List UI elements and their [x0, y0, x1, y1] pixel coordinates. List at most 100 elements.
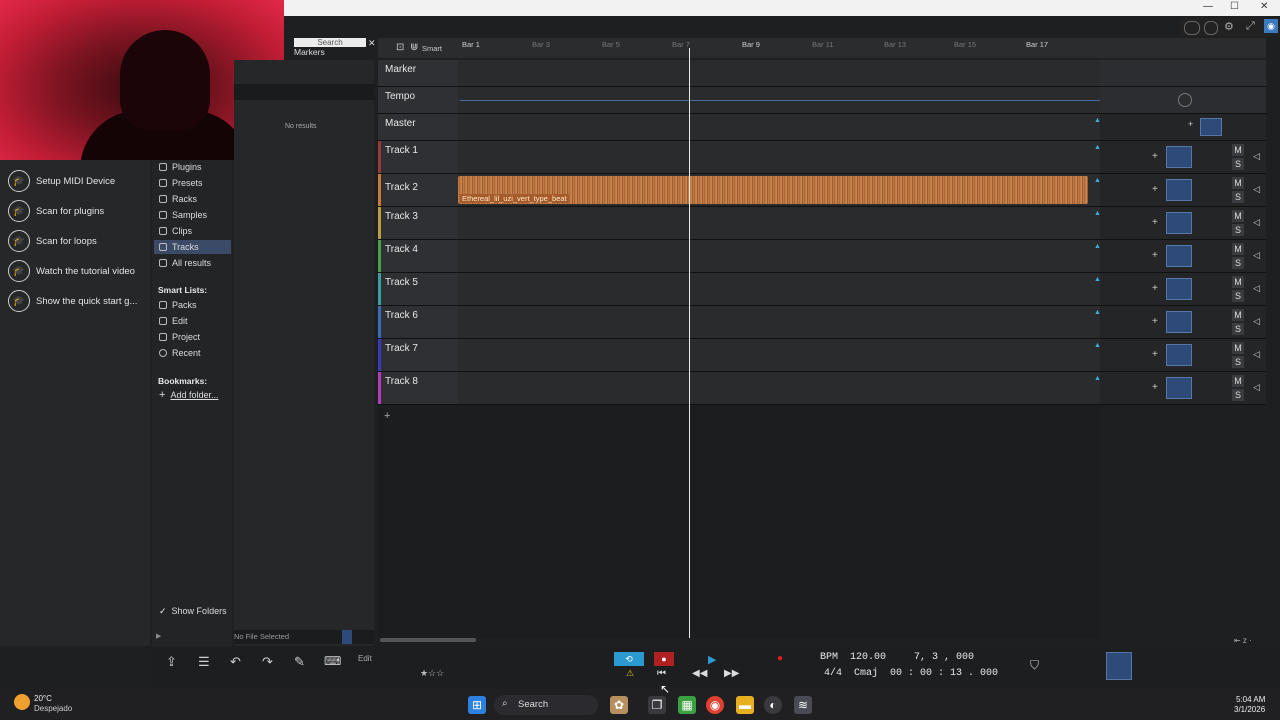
- select-tool-icon[interactable]: ⊡: [396, 42, 404, 53]
- undo-icon[interactable]: ↶: [230, 654, 241, 670]
- track-lane[interactable]: Track 2 Ethereal_lil_uzi_vert_type_beat …: [378, 174, 1266, 207]
- eye-icon[interactable]: ◉: [1264, 19, 1278, 33]
- automation-icon[interactable]: ▲: [1094, 375, 1101, 383]
- info-icon[interactable]: [1204, 21, 1218, 35]
- track-lane[interactable]: Track 6 ▲ + M S ◁: [378, 306, 1266, 339]
- track-header[interactable]: Track 7: [378, 339, 458, 371]
- add-plugin-icon[interactable]: +: [1152, 316, 1158, 327]
- midi-input-icon[interactable]: ⛉: [1030, 658, 1039, 673]
- wrench-icon[interactable]: ✎: [294, 654, 305, 670]
- mute-button[interactable]: M: [1232, 177, 1244, 189]
- track-lane[interactable]: Track 7 ▲ + M S ◁: [378, 339, 1266, 372]
- solo-button[interactable]: S: [1232, 191, 1244, 203]
- category-samples[interactable]: Samples: [159, 208, 207, 222]
- snap-icon[interactable]: ⋓: [410, 42, 418, 53]
- lane-header[interactable]: Marker: [378, 60, 458, 86]
- tempo-knob[interactable]: [1178, 93, 1192, 107]
- zoom-controls-icon[interactable]: ⇤ z ·: [1234, 636, 1252, 645]
- track-header[interactable]: Track 4: [378, 240, 458, 272]
- search-input[interactable]: Search: [294, 38, 366, 47]
- solo-button[interactable]: S: [1232, 158, 1244, 170]
- loop-button[interactable]: ⟲: [614, 652, 644, 666]
- add-plugin-icon[interactable]: +: [1152, 184, 1158, 195]
- quickstart-scan-plugins[interactable]: 🎓 Scan for plugins: [8, 199, 104, 223]
- smart-list-recent[interactable]: Recent: [159, 346, 201, 360]
- track-header[interactable]: Track 2: [378, 174, 458, 206]
- chrome-icon[interactable]: ◉: [706, 696, 724, 714]
- track-lane[interactable]: Track 8 ▲ + M S ◁: [378, 372, 1266, 405]
- time-signature[interactable]: 4/4: [824, 668, 842, 679]
- maximize-button[interactable]: ☐: [1230, 1, 1239, 12]
- automation-icon[interactable]: ▲: [1094, 144, 1101, 152]
- automation-icon[interactable]: ▲: [1094, 309, 1101, 317]
- mute-button[interactable]: M: [1232, 276, 1244, 288]
- snap-mode-label[interactable]: Smart: [422, 44, 442, 53]
- marker-lane[interactable]: Marker: [378, 60, 1266, 87]
- add-folder-link[interactable]: + Add folder...: [159, 388, 218, 402]
- track-header[interactable]: Track 3: [378, 207, 458, 239]
- play-button[interactable]: ▶: [708, 653, 716, 666]
- solo-button[interactable]: S: [1232, 290, 1244, 302]
- tempo-curve[interactable]: [460, 100, 1100, 101]
- obs-icon[interactable]: ◐: [764, 696, 782, 714]
- category-tracks[interactable]: Tracks: [154, 240, 231, 254]
- volume-fader[interactable]: [1166, 311, 1192, 333]
- position-display[interactable]: 7, 3 , 000: [914, 652, 974, 663]
- lane-header[interactable]: Master: [378, 114, 458, 140]
- add-track-button[interactable]: +: [384, 410, 390, 422]
- key-display[interactable]: Cmaj: [854, 668, 878, 679]
- task-view-icon[interactable]: ❐: [648, 696, 666, 714]
- track-header[interactable]: Track 6: [378, 306, 458, 338]
- lane-header[interactable]: Tempo: [378, 87, 458, 113]
- timeline-ruler[interactable]: ⊡ ⋓ Smart Bar 1 Bar 3 Bar 5 Bar 7 Bar 9 …: [378, 38, 1266, 58]
- category-clips[interactable]: Clips: [159, 224, 192, 238]
- tempo-lane[interactable]: Tempo: [378, 87, 1266, 114]
- solo-button[interactable]: S: [1232, 257, 1244, 269]
- add-plugin-icon[interactable]: +: [1152, 283, 1158, 294]
- speaker-icon[interactable]: ◁: [1253, 382, 1260, 393]
- track-header[interactable]: Track 5: [378, 273, 458, 305]
- close-button[interactable]: ✕: [1260, 1, 1268, 12]
- master-fader[interactable]: [1200, 118, 1222, 136]
- automation-icon[interactable]: ▲: [1094, 243, 1101, 251]
- solo-button[interactable]: S: [1232, 389, 1244, 401]
- automation-icon[interactable]: ▲: [1094, 117, 1101, 125]
- quickstart-setup-midi[interactable]: 🎓 Setup MIDI Device: [8, 169, 115, 193]
- category-plugins[interactable]: Plugins: [159, 160, 202, 174]
- track-lane[interactable]: Track 3 ▲ + M S ◁: [378, 207, 1266, 240]
- quickstart-tutorial-video[interactable]: 🎓 Watch the tutorial video: [8, 259, 135, 283]
- mute-button[interactable]: M: [1232, 342, 1244, 354]
- volume-fader[interactable]: [1166, 377, 1192, 399]
- category-presets[interactable]: Presets: [159, 176, 203, 190]
- volume-fader[interactable]: [1166, 245, 1192, 267]
- windows-start-icon[interactable]: ⊞: [468, 696, 486, 714]
- mute-button[interactable]: M: [1232, 243, 1244, 255]
- quickstart-show-guide[interactable]: 🎓 Show the quick start g...: [8, 289, 137, 313]
- automation-icon[interactable]: ▲: [1094, 177, 1101, 185]
- redo-icon[interactable]: ↷: [262, 654, 273, 670]
- expand-icon[interactable]: ⤢: [1246, 20, 1255, 33]
- add-plugin-icon[interactable]: +: [1152, 349, 1158, 360]
- automation-icon[interactable]: ▲: [1094, 342, 1101, 350]
- fast-forward-button[interactable]: ▶▶: [724, 668, 739, 679]
- solo-button[interactable]: S: [1232, 356, 1244, 368]
- bpm-value[interactable]: 120.00: [850, 652, 886, 663]
- taskbar-search[interactable]: ⌕ Search: [494, 695, 598, 715]
- smart-list-project[interactable]: Project: [159, 330, 200, 344]
- speaker-icon[interactable]: ◁: [1253, 217, 1260, 228]
- speaker-icon[interactable]: ◁: [1253, 283, 1260, 294]
- track-header[interactable]: Track 8: [378, 372, 458, 404]
- smart-list-edit[interactable]: Edit: [159, 314, 188, 328]
- volume-fader[interactable]: [1166, 146, 1192, 168]
- zoom-level-icon[interactable]: [1184, 21, 1200, 35]
- speaker-icon[interactable]: ◁: [1253, 349, 1260, 360]
- smart-list-packs[interactable]: Packs: [159, 298, 197, 312]
- menu-icon[interactable]: ☰: [198, 654, 210, 670]
- add-plugin-icon[interactable]: +: [1152, 151, 1158, 162]
- rating-icon[interactable]: ★☆☆: [420, 668, 444, 679]
- add-plugin-icon[interactable]: +: [1152, 250, 1158, 261]
- track-lane[interactable]: Track 1 ▲ + M S ◁: [378, 141, 1266, 174]
- solo-button[interactable]: S: [1232, 323, 1244, 335]
- record-button[interactable]: ●: [777, 653, 783, 664]
- go-to-start-button[interactable]: ⏮: [657, 668, 666, 679]
